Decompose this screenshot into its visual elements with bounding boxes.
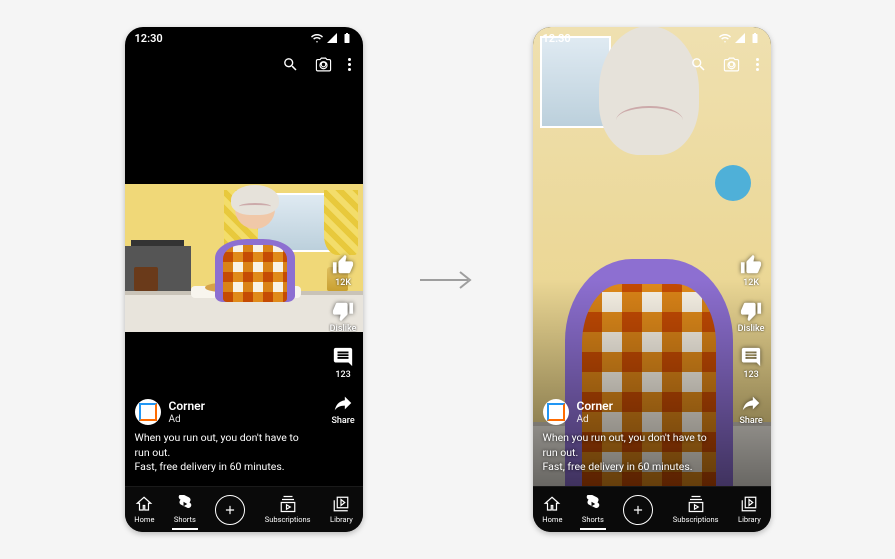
letterboxed-video xyxy=(125,184,363,332)
top-app-bar xyxy=(125,49,363,79)
ad-caption: When you run out, you don't have to run … xyxy=(543,431,721,474)
share-icon xyxy=(740,392,762,414)
dislike-button[interactable]: Dislike xyxy=(330,300,357,334)
caption-line: Fast, free delivery in 60 minutes. xyxy=(135,460,313,474)
advertiser-name[interactable]: Corner xyxy=(577,400,613,413)
video-area[interactable]: 12K Dislike 123 Share xyxy=(125,79,363,486)
nav-label: Subscriptions xyxy=(673,515,719,524)
phone-before: 12:30 xyxy=(125,27,363,532)
action-rail: 12K Dislike 123 Share xyxy=(738,254,765,426)
share-icon xyxy=(332,392,354,414)
advertiser-avatar[interactable] xyxy=(135,399,161,425)
comparison-stage: 12:30 xyxy=(0,0,895,559)
thumbs-up-icon xyxy=(740,254,762,276)
nav-label: Shorts xyxy=(174,515,196,524)
thumbs-down-icon xyxy=(740,300,762,322)
arrow-right-icon xyxy=(418,268,478,292)
nav-shorts[interactable]: Shorts xyxy=(582,495,604,524)
more-icon[interactable] xyxy=(348,58,351,71)
more-icon[interactable] xyxy=(756,58,759,71)
wifi-icon xyxy=(311,32,323,44)
subscriptions-icon xyxy=(687,495,705,513)
phone-after: 12:30 12K Dislike xyxy=(533,27,771,532)
nav-subscriptions[interactable]: Subscriptions xyxy=(673,495,719,524)
nav-label: Library xyxy=(738,515,761,524)
wifi-icon xyxy=(719,32,731,44)
shorts-icon xyxy=(176,495,194,513)
video-thumbnail xyxy=(125,184,363,332)
status-icons xyxy=(311,32,353,44)
shorts-icon xyxy=(584,495,602,513)
ad-caption: When you run out, you don't have to run … xyxy=(135,431,313,474)
nav-label: Home xyxy=(134,515,154,524)
comments-count: 123 xyxy=(335,370,350,380)
nav-shorts[interactable]: Shorts xyxy=(174,495,196,524)
comments-button[interactable]: 123 xyxy=(740,346,762,380)
share-label: Share xyxy=(739,416,762,426)
dislike-label: Dislike xyxy=(738,324,765,334)
home-icon xyxy=(135,495,153,513)
caption-line: Fast, free delivery in 60 minutes. xyxy=(543,460,721,474)
ad-label: Ad xyxy=(169,414,205,425)
nav-label: Library xyxy=(330,515,353,524)
bottom-nav: Home Shorts Subscriptions Library xyxy=(125,486,363,532)
status-icons xyxy=(719,32,761,44)
signal-icon xyxy=(326,32,338,44)
advertiser-name[interactable]: Corner xyxy=(169,400,205,413)
battery-icon xyxy=(341,32,353,44)
library-icon xyxy=(740,495,758,513)
subscriptions-icon xyxy=(279,495,297,513)
library-icon xyxy=(332,495,350,513)
comment-icon xyxy=(332,346,354,368)
camera-icon[interactable] xyxy=(723,56,740,73)
caption-line: When you run out, you don't have to run … xyxy=(543,431,721,459)
nav-home[interactable]: Home xyxy=(542,495,562,524)
video-area[interactable]: 12:30 12K Dislike xyxy=(533,27,771,486)
status-time: 12:30 xyxy=(135,32,163,45)
comment-icon xyxy=(740,346,762,368)
ad-metadata: Corner Ad When you run out, you don't ha… xyxy=(135,399,313,474)
plus-icon xyxy=(631,503,645,517)
like-count: 12K xyxy=(335,278,351,288)
like-button[interactable]: 12K xyxy=(740,254,762,288)
advertiser-avatar[interactable] xyxy=(543,399,569,425)
status-bar: 12:30 xyxy=(533,27,771,49)
nav-subscriptions[interactable]: Subscriptions xyxy=(265,495,311,524)
action-rail: 12K Dislike 123 Share xyxy=(330,254,357,426)
nav-label: Home xyxy=(542,515,562,524)
thumbs-up-icon xyxy=(332,254,354,276)
comments-count: 123 xyxy=(743,370,758,380)
transition-arrow xyxy=(418,268,478,292)
search-icon[interactable] xyxy=(690,56,707,73)
caption-line: When you run out, you don't have to run … xyxy=(135,431,313,459)
nav-library[interactable]: Library xyxy=(738,495,761,524)
plus-icon xyxy=(223,503,237,517)
like-count: 12K xyxy=(743,278,759,288)
nav-home[interactable]: Home xyxy=(134,495,154,524)
bottom-nav: Home Shorts Subscriptions Library xyxy=(533,486,771,532)
camera-icon[interactable] xyxy=(315,56,332,73)
nav-label: Shorts xyxy=(582,515,604,524)
search-icon[interactable] xyxy=(282,56,299,73)
share-button[interactable]: Share xyxy=(739,392,762,426)
ad-metadata: Corner Ad When you run out, you don't ha… xyxy=(543,399,721,474)
comments-button[interactable]: 123 xyxy=(332,346,354,380)
dislike-button[interactable]: Dislike xyxy=(738,300,765,334)
like-button[interactable]: 12K xyxy=(332,254,354,288)
top-app-bar xyxy=(533,49,771,79)
status-bar: 12:30 xyxy=(125,27,363,49)
share-label: Share xyxy=(331,416,354,426)
status-time: 12:30 xyxy=(543,32,571,45)
ad-label: Ad xyxy=(577,414,613,425)
nav-label: Subscriptions xyxy=(265,515,311,524)
signal-icon xyxy=(734,32,746,44)
share-button[interactable]: Share xyxy=(331,392,354,426)
battery-icon xyxy=(749,32,761,44)
nav-create[interactable] xyxy=(215,495,245,525)
thumbs-down-icon xyxy=(332,300,354,322)
home-icon xyxy=(543,495,561,513)
nav-create[interactable] xyxy=(623,495,653,525)
dislike-label: Dislike xyxy=(330,324,357,334)
nav-library[interactable]: Library xyxy=(330,495,353,524)
